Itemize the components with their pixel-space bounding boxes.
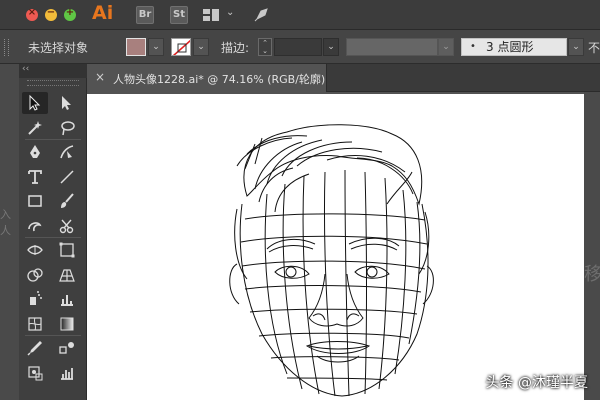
type-tool[interactable] — [22, 166, 48, 188]
mesh-icon — [28, 316, 42, 331]
stroke-weight-input[interactable] — [274, 38, 322, 56]
gradient-icon — [60, 317, 74, 330]
line-segment-tool[interactable] — [54, 166, 80, 188]
close-tab-icon[interactable]: × — [95, 70, 105, 84]
pen-icon — [30, 145, 40, 158]
curvature-icon — [60, 145, 74, 159]
portrait-wireframe-illustration — [229, 124, 434, 397]
scissors-tool[interactable] — [54, 215, 80, 237]
blend-tool[interactable] — [54, 337, 80, 359]
mesh-tool[interactable] — [22, 313, 48, 335]
pen-tool[interactable] — [22, 141, 48, 163]
eyedropper-tool[interactable] — [22, 337, 48, 359]
graph-tool[interactable] — [54, 288, 80, 310]
symbol-sprayer-tool[interactable] — [22, 288, 48, 310]
shaper-icon — [28, 221, 42, 231]
width-icon — [27, 245, 43, 255]
brush-definition-select[interactable]: • 3 点圆形 — [461, 38, 567, 56]
no-stroke-slash-icon — [172, 39, 190, 55]
free-transform-tool[interactable] — [54, 239, 80, 261]
free-transform-icon — [59, 242, 75, 258]
blend-icon — [59, 342, 74, 354]
minimize-window-button[interactable]: − — [45, 7, 57, 21]
perspective-grid-tool[interactable] — [54, 264, 80, 286]
stroke-label: 描边: — [221, 41, 250, 55]
rectangle-tool[interactable] — [22, 190, 48, 212]
fill-dropdown-chevron-icon[interactable]: ⌄ — [148, 38, 164, 56]
line-segment-icon — [60, 169, 74, 184]
gpu-performance-icon[interactable] — [252, 6, 270, 24]
stroke-dropdown-chevron-icon[interactable]: ⌄ — [193, 38, 209, 56]
brush-definition-label: 3 点圆形 — [486, 40, 534, 54]
type-icon — [28, 169, 42, 184]
magic-wand-tool[interactable] — [22, 117, 48, 139]
toolbox-separator — [25, 335, 81, 336]
maximize-window-button[interactable]: + — [64, 7, 76, 21]
selection-icon — [29, 94, 41, 111]
chevron-down-icon[interactable]: ⌄ — [226, 7, 234, 18]
symbol-icon — [28, 365, 43, 380]
toolbox-separator — [25, 237, 81, 238]
selection-status: 未选择对象 — [28, 41, 89, 55]
close-window-button[interactable]: × — [26, 7, 38, 21]
title-bar: × − + Ai Br St ⌄ — [0, 0, 600, 30]
column-graph-icon — [61, 367, 73, 380]
left-dock-strip: 入人 — [0, 64, 19, 400]
brush-dropdown-chevron-icon[interactable]: ⌄ — [568, 38, 584, 56]
selection-tool[interactable] — [22, 92, 48, 114]
scissors-icon — [59, 219, 74, 233]
magic-wand-icon — [28, 120, 42, 135]
stroke-weight-stepper[interactable]: ⌃ ⌄ — [258, 38, 272, 56]
shape-builder-icon — [27, 267, 43, 282]
perspective-grid-icon — [59, 268, 75, 282]
stroke-weight-dropdown-icon[interactable]: ⌄ — [323, 38, 339, 56]
toolbox-panel: ‹‹ — [19, 64, 87, 400]
collapse-toolbox-icon[interactable]: ‹‹ — [22, 64, 29, 74]
background-ghost-text-right: 移 — [584, 264, 600, 285]
canvas-area[interactable] — [87, 92, 600, 400]
variable-width-dropdown-icon[interactable]: ⌄ — [438, 38, 454, 56]
background-ghost-text: 入人 — [0, 208, 11, 237]
artboard[interactable] — [87, 94, 584, 400]
panel-grip[interactable] — [4, 39, 9, 56]
paintbrush-icon — [61, 193, 74, 208]
control-bar: 未选择对象 ⌄ ⌄ 描边: ⌃ ⌄ ⌄ ⌄ • 3 点圆形 ⌄ 不 — [0, 30, 600, 64]
direct-selection-icon — [62, 96, 71, 110]
document-tab-title: 人物头像1228.ai* @ 74.16% (RGB/轮廓) — [113, 73, 326, 86]
symbol-tool[interactable] — [22, 362, 48, 384]
lasso-tool[interactable] — [54, 117, 80, 139]
gradient-tool[interactable] — [54, 313, 80, 335]
document-tab[interactable]: × 人物头像1228.ai* @ 74.16% (RGB/轮廓) — [87, 64, 327, 92]
bridge-button[interactable]: Br — [136, 6, 154, 24]
column-graph-tool[interactable] — [54, 362, 80, 384]
toolbox-grip[interactable] — [27, 80, 79, 86]
shape-builder-tool[interactable] — [22, 264, 48, 286]
symbol-sprayer-icon — [30, 291, 42, 305]
rectangle-icon — [28, 195, 42, 207]
illustrator-logo: Ai — [92, 2, 114, 24]
watermark-text: 头条 @沐瑾半夏 — [485, 375, 588, 391]
lasso-icon — [61, 120, 75, 135]
toolbox-header[interactable]: ‹‹ — [19, 64, 87, 78]
brush-dot-icon: • — [470, 41, 476, 52]
control-bar-overflow-label: 不 — [588, 41, 600, 55]
stroke-color-swatch[interactable] — [171, 38, 191, 56]
fill-color-swatch[interactable] — [126, 38, 146, 56]
curvature-tool[interactable] — [54, 141, 80, 163]
document-tab-bar: × 人物头像1228.ai* @ 74.16% (RGB/轮廓) — [87, 64, 600, 92]
width-tool[interactable] — [22, 239, 48, 261]
paintbrush-tool[interactable] — [54, 190, 80, 212]
right-dock-strip: 移 — [584, 92, 600, 400]
eyedropper-icon — [27, 341, 42, 356]
graph-icon — [61, 295, 73, 306]
variable-width-profile[interactable] — [346, 38, 438, 56]
workspace-layout-icon[interactable] — [203, 9, 219, 21]
shaper-tool[interactable] — [22, 215, 48, 237]
direct-selection-tool[interactable] — [54, 92, 80, 114]
stock-button[interactable]: St — [170, 6, 188, 24]
toolbox-separator — [25, 139, 81, 140]
